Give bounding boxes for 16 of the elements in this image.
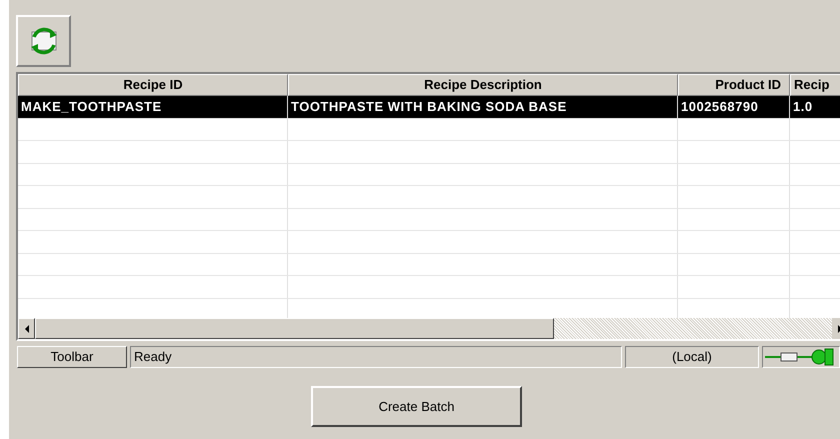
table-cell: MAKE_TOOTHPASTE (18, 96, 288, 118)
table-cell: 1.0 (790, 96, 840, 118)
table-cell: TOOTHPASTE WITH BAKING SODA BASE (288, 96, 678, 118)
create-batch-button[interactable]: Create Batch (311, 386, 522, 427)
toolbar-button[interactable]: Toolbar (17, 346, 127, 368)
status-location: (Local) (625, 346, 759, 368)
column-header[interactable]: Product ID (678, 74, 790, 96)
status-message: Ready (130, 346, 622, 368)
scroll-left-button[interactable] (18, 318, 35, 339)
scrollbar-thumb[interactable] (35, 318, 554, 339)
connection-icon (763, 347, 835, 367)
table-cell: 1002568790 (678, 96, 790, 118)
refresh-button[interactable] (16, 15, 71, 67)
column-header[interactable]: Recipe ID (18, 74, 288, 96)
column-header[interactable]: Recipe Description (288, 74, 678, 96)
left-arrow-icon (24, 324, 28, 332)
